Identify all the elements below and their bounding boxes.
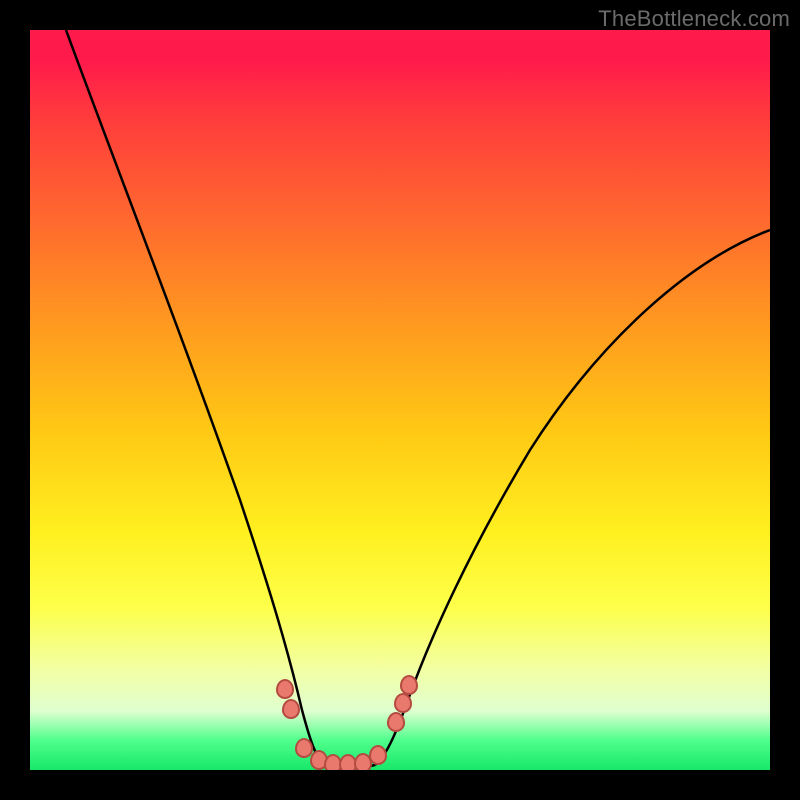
data-marker — [369, 745, 387, 765]
watermark-text: TheBottleneck.com — [598, 6, 790, 32]
data-marker — [276, 679, 294, 699]
outer-frame: TheBottleneck.com — [0, 0, 800, 800]
data-marker — [282, 699, 300, 719]
plot-area — [30, 30, 770, 770]
data-marker — [387, 712, 405, 732]
marker-layer — [30, 30, 770, 770]
data-marker — [400, 675, 418, 695]
data-marker — [394, 693, 412, 713]
